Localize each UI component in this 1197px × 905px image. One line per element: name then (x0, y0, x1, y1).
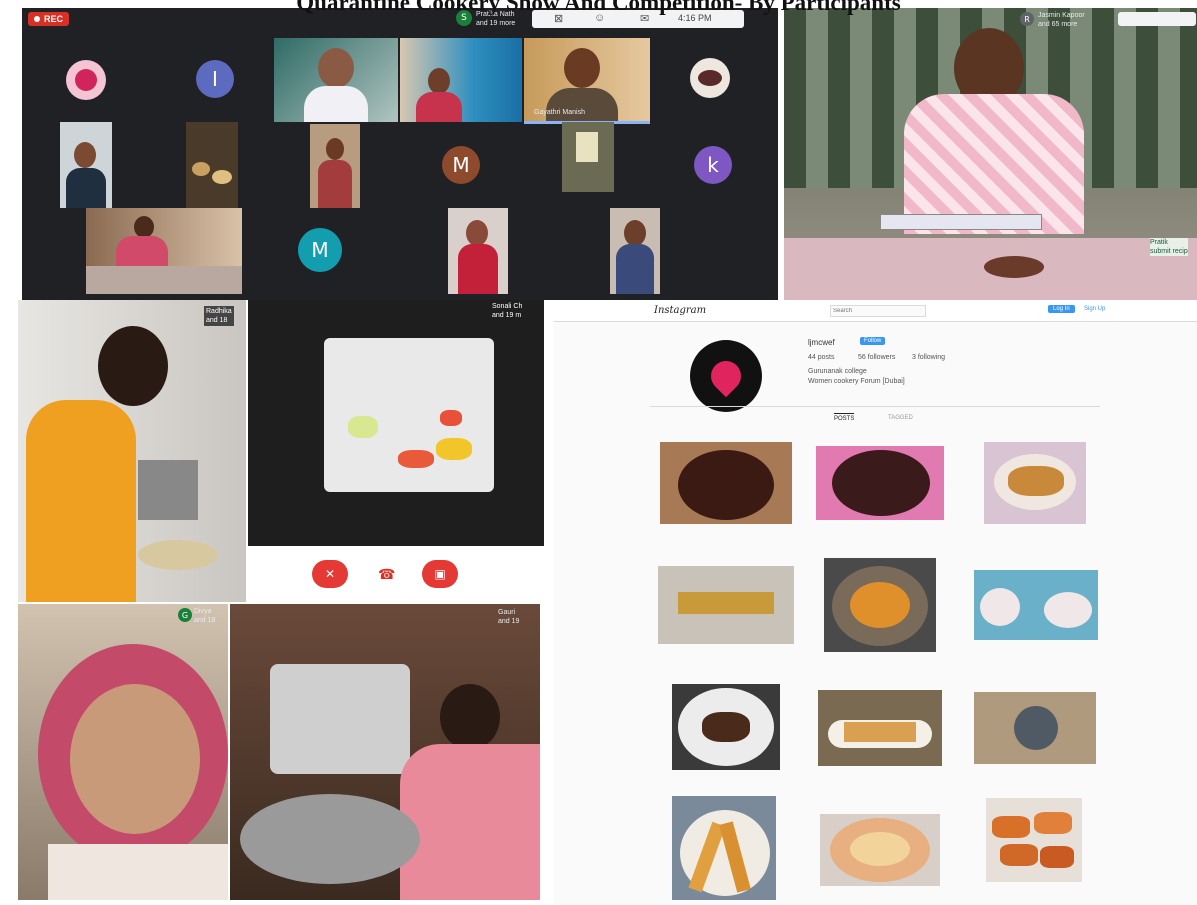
tile-5-chip: Divya and 18 (194, 608, 216, 624)
post-thumbnail[interactable] (820, 814, 940, 886)
caption-name: Gayathri Manish (534, 109, 585, 116)
participant-video-2 (400, 38, 522, 122)
follow-button[interactable]: Follow (860, 337, 886, 345)
participant-video-4 (60, 122, 112, 208)
participant-video-3: Gayathri Manish (524, 38, 650, 124)
participant-avatar-image (66, 60, 106, 100)
camera-off-button[interactable]: ▣ (422, 560, 458, 588)
participant-tile-4: Sonali Ch and 19 m ✕ ☎ ▣ (248, 300, 544, 602)
login-button[interactable]: Log In (1048, 305, 1075, 313)
post-thumbnail[interactable] (986, 798, 1082, 882)
participant-avatar-m1: M (442, 146, 480, 184)
instagram-profile-window: Instagram Log In Sign Up ljmcwef Follow … (554, 300, 1197, 905)
stat-posts: 44 posts (808, 354, 835, 361)
participant-avatar-k: k (694, 146, 732, 184)
butterfly-logo-icon (704, 354, 748, 398)
post-thumbnail[interactable] (672, 684, 780, 770)
tile-3-chip: Radhika and 18 (204, 306, 234, 326)
instagram-topbar: Instagram Log In Sign Up (554, 300, 1197, 322)
participant-video-6 (310, 124, 360, 208)
signup-link[interactable]: Sign Up (1084, 306, 1105, 312)
participant-video-5 (186, 122, 238, 208)
post-thumbnail[interactable] (818, 690, 942, 766)
participant-tile-5: G Divya and 18 (18, 604, 228, 900)
instagram-search-input[interactable] (830, 305, 926, 317)
participant-video-7 (562, 122, 614, 192)
post-thumbnail[interactable] (658, 566, 794, 644)
participant-avatar-i: I (196, 60, 234, 98)
bio-line-2: Women cookery Forum [Dubai] (808, 378, 905, 385)
participant-tile-2: R Jasmin Kapoor and 65 more Pratik submi… (784, 8, 1197, 300)
participant-avatar-g: G (178, 608, 192, 622)
participant-tile-6: Gauri and 19 (230, 604, 540, 900)
tile-2-side-note: Pratik submit recip (1150, 238, 1188, 256)
record-dot-icon (34, 16, 40, 22)
instagram-logo[interactable]: Instagram (654, 305, 706, 316)
post-thumbnail[interactable] (974, 570, 1098, 640)
post-thumbnail[interactable] (974, 692, 1096, 764)
tile-4-chip: Sonali Ch and 19 m (492, 303, 523, 319)
stat-followers[interactable]: 56 followers (858, 354, 895, 361)
post-thumbnail[interactable] (984, 442, 1086, 524)
tab-tagged[interactable]: TAGGED (888, 415, 913, 421)
tile-6-chip: Gauri and 19 (498, 609, 520, 625)
participant-video-8 (86, 208, 242, 294)
post-thumbnail[interactable] (672, 796, 776, 900)
participant-video-9 (448, 208, 508, 294)
participant-tile-3: Radhika and 18 (18, 300, 246, 602)
profile-picture[interactable] (690, 340, 762, 412)
bio-line-1: Gurunanak college (808, 368, 867, 375)
mute-mic-button[interactable]: ✕ (312, 560, 348, 588)
tab-posts[interactable]: POSTS (834, 413, 855, 422)
participant-avatar-m2: M (298, 228, 342, 272)
post-thumbnail[interactable] (660, 442, 792, 524)
participant-video-10 (610, 208, 660, 294)
meet-grid-window: REC S Pratika Nath and 19 more ⊠ ☺ ✉ 4:1… (22, 8, 778, 300)
post-thumbnail[interactable] (824, 558, 936, 652)
participant-avatar-food (690, 58, 730, 98)
page-title: Quarantine Cookery Show And Competition-… (296, 0, 901, 15)
stat-following[interactable]: 3 following (912, 354, 945, 361)
post-thumbnail[interactable] (816, 446, 944, 520)
profile-username: ljmcwef (808, 338, 835, 347)
end-call-icon[interactable]: ☎ (378, 566, 395, 583)
participant-video-1 (274, 38, 398, 122)
